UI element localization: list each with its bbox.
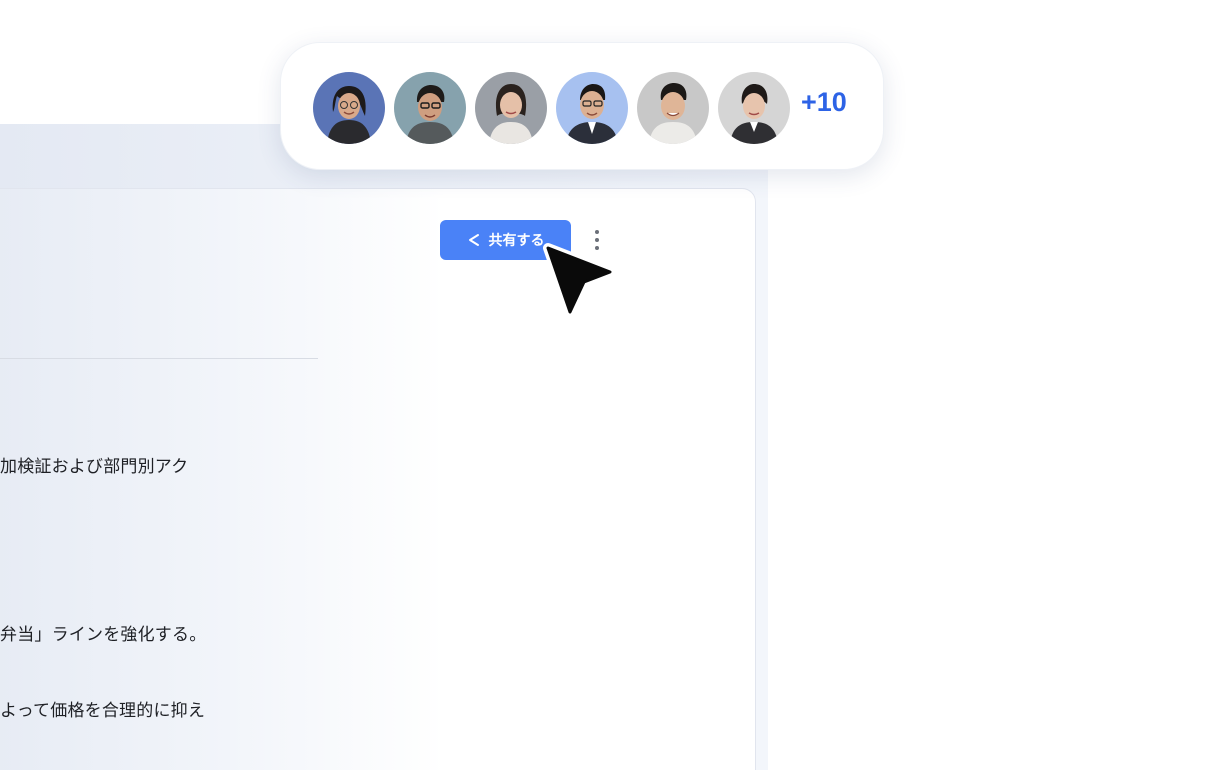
collaborators-card: +10 xyxy=(280,42,884,170)
document-panel xyxy=(0,188,756,770)
avatar[interactable] xyxy=(313,72,385,144)
document-divider xyxy=(0,358,318,359)
avatar[interactable] xyxy=(475,72,547,144)
share-button-label: 共有する xyxy=(488,233,545,249)
share-icon xyxy=(468,234,479,246)
avatar[interactable] xyxy=(718,72,790,144)
workspace: 加検証および部門別アク 弁当」ラインを強化する。 よって価格を合理的に抑え 共有… xyxy=(0,0,1208,770)
extra-collaborators-count[interactable]: +10 xyxy=(801,87,847,118)
avatar[interactable] xyxy=(637,72,709,144)
document-text-line: 弁当」ラインを強化する。 xyxy=(0,625,207,645)
document-text-line: 加検証および部門別アク xyxy=(0,457,189,477)
avatar[interactable] xyxy=(556,72,628,144)
more-vertical-icon xyxy=(595,230,599,234)
avatar[interactable] xyxy=(394,72,466,144)
mouse-pointer-icon xyxy=(543,243,615,317)
document-text-line: よって価格を合理的に抑え xyxy=(0,701,206,721)
